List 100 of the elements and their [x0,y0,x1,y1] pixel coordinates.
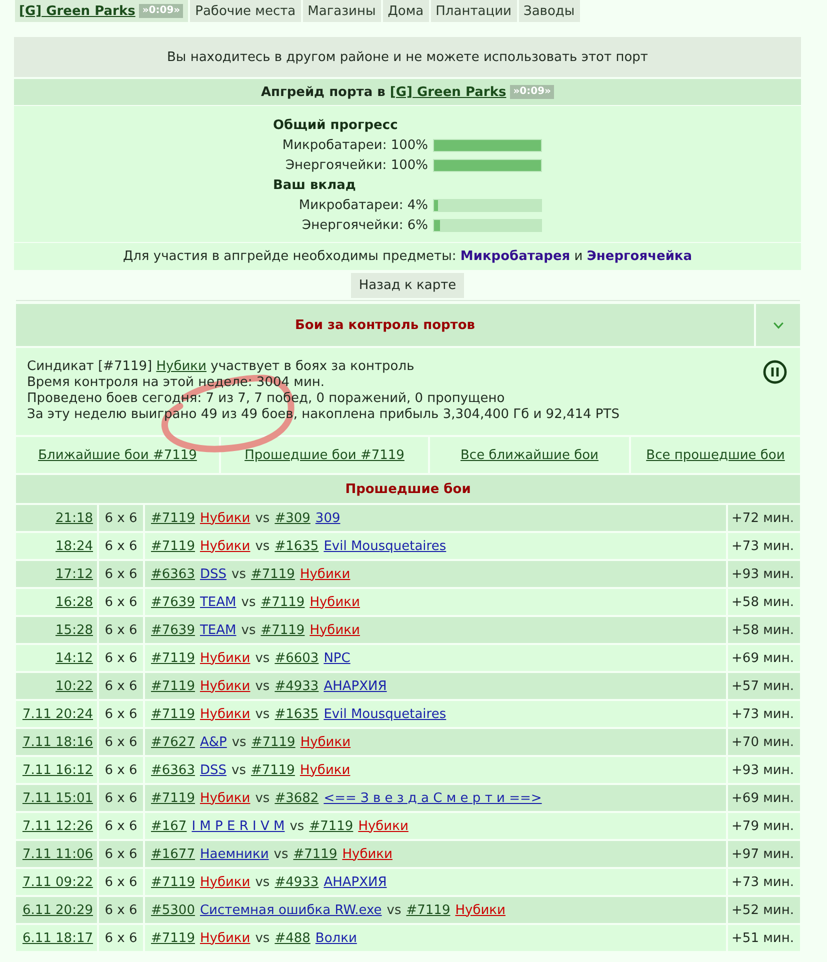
team-name-link[interactable]: Нубики [358,818,408,834]
battles-link[interactable]: Прошедшие бои #7119 [244,448,404,462]
item-link[interactable]: Микробатарея [460,249,570,264]
battle-time-link[interactable]: 7.11 12:26 [22,818,93,834]
team-name-link[interactable]: АНАРХИЯ [324,874,387,890]
battle-time-link[interactable]: 6.11 18:17 [22,930,93,946]
syndicate-link[interactable]: Нубики [156,359,206,374]
battle-time-link[interactable]: 18:24 [56,538,93,554]
team-name-link[interactable]: NPC [324,650,350,666]
team-name-link[interactable]: Нубики [310,622,360,638]
team-id-link[interactable]: #6363 [151,762,195,778]
battles-link[interactable]: Ближайшие бои #7119 [38,448,197,462]
team-id-link[interactable]: #167 [151,818,187,834]
team-id-link[interactable]: #4933 [274,874,319,890]
battles-link[interactable]: Все ближайшие бои [460,448,598,462]
team-id-link[interactable]: #7119 [293,846,338,862]
team-id-link[interactable]: #7119 [151,874,195,890]
team-id-link[interactable]: #7119 [250,566,295,582]
team-name-link[interactable]: Нубики [300,762,350,778]
team-id-link[interactable]: #4933 [274,678,319,694]
team-id-link[interactable]: #7119 [151,510,195,526]
team-id-link[interactable]: #6363 [151,566,195,582]
team-name-link[interactable]: Нубики [200,874,250,890]
team-id-link[interactable]: #309 [274,510,310,526]
team-name-link[interactable]: 309 [315,510,340,526]
district-link[interactable]: [G] Green Parks [390,84,506,100]
team-name-link[interactable]: Нубики [200,678,250,694]
team-name-link[interactable]: TEAM [200,594,236,610]
team-id-link[interactable]: #7639 [151,622,195,638]
team-id-link[interactable]: #7119 [260,594,305,610]
battle-time-link[interactable]: 10:22 [56,678,93,694]
nav-tab[interactable]: Рабочие места [190,0,301,22]
team-id-link[interactable]: #7627 [151,734,195,750]
team-id-link[interactable]: #7119 [260,622,305,638]
district-link[interactable]: [G] Green Parks [19,4,136,18]
pause-icon[interactable] [763,360,787,384]
team-id-link[interactable]: #1677 [151,846,195,862]
nav-tab[interactable]: Дома [382,0,429,22]
nav-tab[interactable]: Плантации [430,0,516,22]
battle-time-link[interactable]: 14:12 [56,650,93,666]
team-name-link[interactable]: Нубики [300,566,350,582]
team-id-link[interactable]: #1635 [274,538,319,554]
team-name-link[interactable]: Нубики [200,510,250,526]
team-name-link[interactable]: Нубики [310,594,360,610]
team-name-link[interactable]: Нубики [342,846,392,862]
team-id-link[interactable]: #1635 [274,706,319,722]
team-id-link[interactable]: #7119 [406,902,450,918]
battle-time-link[interactable]: 16:28 [56,594,93,610]
nav-tab[interactable]: Заводы [518,0,580,22]
team-id-link[interactable]: #7119 [151,650,195,666]
team-id-link[interactable]: #7119 [151,678,195,694]
team-name-link[interactable]: Evil Mousquetaires [324,538,446,554]
team-name-link[interactable]: Волки [315,930,357,946]
team-name-link[interactable]: A&P [200,734,227,750]
team-name-link[interactable]: Системная ошибка RW.exe [200,902,382,918]
team-id-link[interactable]: #7119 [151,706,195,722]
team-id-link[interactable]: #7119 [251,734,296,750]
team-id-link[interactable]: #3682 [274,790,319,806]
team-name-link[interactable]: Evil Mousquetaires [324,706,446,722]
team-id-link[interactable]: #7639 [151,594,195,610]
team-name-link[interactable]: Нубики [200,930,250,946]
back-to-map-button[interactable]: Назад к карте [350,273,464,298]
team-name-link[interactable]: Нубики [300,734,351,750]
team-name-link[interactable]: TEAM [200,622,236,638]
battle-time-link[interactable]: 17:12 [56,566,93,582]
team-id-link[interactable]: #5300 [151,902,195,918]
team-name-link[interactable]: АНАРХИЯ [324,678,387,694]
team-name-link[interactable]: Нубики [200,650,250,666]
team-name-link[interactable]: I M P E R I V M [192,818,285,834]
team-name-link[interactable]: Наемники [200,846,269,862]
battle-time-link[interactable]: 21:18 [56,510,93,526]
team-id-link[interactable]: #488 [274,930,310,946]
team-name-link[interactable]: <== З в е з д а С м е р т и ==> [324,790,542,806]
vs-text: vs [255,538,270,554]
team-name-link[interactable]: Нубики [200,538,250,554]
battle-time-link[interactable]: 7.11 11:06 [22,846,93,862]
team-name-link[interactable]: Нубики [200,706,250,722]
team-name-link[interactable]: DSS [200,762,226,778]
battle-time-link[interactable]: 7.11 09:22 [22,874,93,890]
battle-time-link[interactable]: 7.11 20:24 [22,706,93,722]
team-id-link[interactable]: #7119 [309,818,354,834]
team-id-link[interactable]: #7119 [151,930,195,946]
collapse-toggle-button[interactable] [756,304,800,346]
battle-time-link[interactable]: 7.11 18:16 [22,734,93,750]
battles-link[interactable]: Все прошедшие бои [646,448,785,462]
team-name-link[interactable]: DSS [200,566,226,582]
team-name-link[interactable]: Нубики [455,902,506,918]
team-name-link[interactable]: Нубики [200,790,250,806]
battle-time-link[interactable]: 7.11 15:01 [22,790,93,806]
nav-tab[interactable]: Магазины [302,0,381,22]
battle-time-link[interactable]: 6.11 20:29 [22,902,93,918]
battle-time-link[interactable]: 15:28 [56,622,93,638]
battle-time-link[interactable]: 7.11 16:12 [22,762,93,778]
team-id-link[interactable]: #6603 [274,650,319,666]
vs-text: vs [255,706,270,722]
item-link[interactable]: Энергоячейка [586,249,692,264]
team-id-link[interactable]: #7119 [250,762,295,778]
team-id-link[interactable]: #7119 [151,538,195,554]
team-id-link[interactable]: #7119 [151,790,195,806]
table-cell: 6 x 6 [99,673,143,699]
